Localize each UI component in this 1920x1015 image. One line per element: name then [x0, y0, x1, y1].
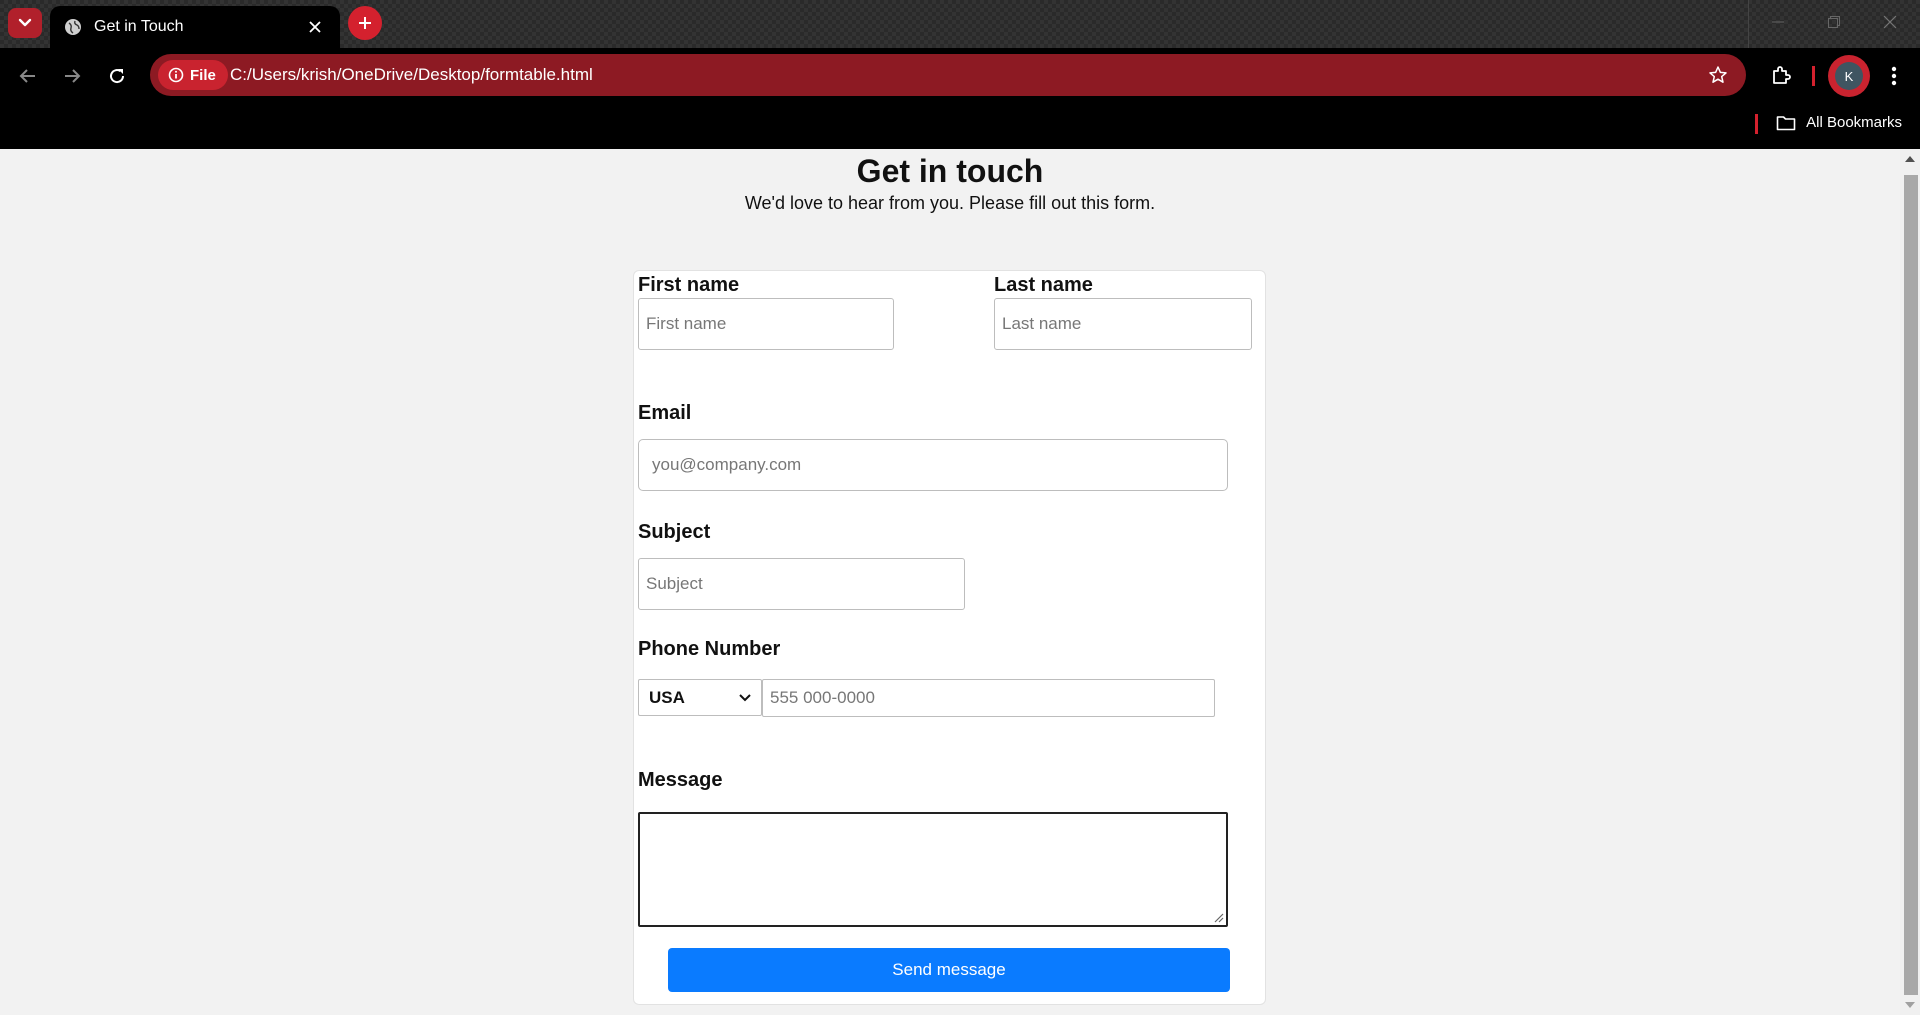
all-bookmarks-label: All Bookmarks [1806, 114, 1902, 131]
site-info-chip[interactable]: File [158, 60, 228, 90]
close-window-button[interactable] [1862, 0, 1918, 44]
forward-button[interactable] [54, 58, 90, 94]
first-name-label: First name [638, 274, 740, 296]
folder-icon [1776, 115, 1796, 130]
message-textarea[interactable] [638, 812, 1228, 927]
restore-icon [1828, 16, 1840, 28]
contact-form: First name Last name Email Subject Phone… [633, 270, 1266, 1005]
avatar: K [1835, 62, 1863, 90]
subject-input[interactable] [638, 558, 965, 610]
reload-icon [110, 69, 125, 84]
phone-number-label: Phone Number [638, 638, 781, 660]
kebab-menu-icon [1891, 66, 1897, 86]
url-text[interactable]: C:/Users/krish/OneDrive/Desktop/formtabl… [230, 65, 593, 85]
browser-tab-active[interactable]: Get in Touch [50, 6, 340, 48]
scroll-down-arrow-icon [1905, 1002, 1915, 1008]
browser-toolbar: File C:/Users/krish/OneDrive/Desktop/for… [0, 48, 1920, 104]
scroll-up-button[interactable] [1900, 149, 1920, 169]
extensions-button[interactable] [1763, 58, 1799, 94]
minimize-button[interactable] [1750, 0, 1806, 44]
extensions-icon [1773, 66, 1791, 84]
browser-titlebar: Get in Touch [0, 0, 1920, 48]
page-subtitle: We'd love to hear from you. Please fill … [744, 193, 1156, 213]
reload-button[interactable] [99, 58, 135, 94]
profile-button[interactable]: K [1828, 55, 1870, 97]
minimize-icon [1772, 21, 1784, 23]
toolbar-separator [1812, 66, 1815, 86]
subject-label: Subject [638, 521, 711, 543]
email-label: Email [638, 402, 692, 424]
close-icon [309, 21, 321, 33]
tab-title: Get in Touch [94, 18, 184, 35]
address-bar[interactable]: File C:/Users/krish/OneDrive/Desktop/for… [150, 54, 1746, 96]
close-icon [1883, 15, 1897, 29]
globe-icon [65, 19, 81, 35]
message-label: Message [638, 769, 723, 791]
new-tab-button[interactable] [348, 6, 382, 40]
restore-button[interactable] [1806, 0, 1862, 44]
country-select[interactable]: USA [638, 679, 762, 716]
country-select-value: USA [649, 687, 685, 707]
back-icon [19, 69, 35, 83]
bookmark-star-button[interactable] [1706, 63, 1730, 87]
first-name-input[interactable] [638, 298, 894, 350]
back-button[interactable] [10, 58, 46, 94]
email-field[interactable] [638, 439, 1228, 491]
browser-menu-button[interactable] [1876, 58, 1912, 94]
chevron-down-icon [739, 693, 751, 701]
scroll-up-arrow-icon [1905, 156, 1915, 162]
plus-icon [359, 17, 371, 29]
last-name-input[interactable] [994, 298, 1252, 350]
all-bookmarks-button[interactable]: All Bookmarks [1776, 114, 1902, 131]
scroll-down-button[interactable] [1900, 995, 1920, 1015]
bookmarks-separator [1755, 114, 1758, 134]
send-message-button[interactable]: Send message [668, 948, 1230, 992]
scrollbar-thumb[interactable] [1904, 175, 1918, 995]
bookmarks-bar: All Bookmarks [0, 104, 1920, 149]
tab-search-button[interactable] [8, 8, 42, 38]
page-title: Get in touch [856, 153, 1044, 189]
last-name-label: Last name [994, 274, 1093, 296]
tab-search-icon [18, 18, 32, 27]
tab-close-button[interactable] [304, 16, 326, 38]
info-icon [168, 67, 184, 83]
site-chip-label: File [190, 66, 216, 84]
page-viewport: Get in touch We'd love to hear from you.… [0, 149, 1900, 1015]
forward-icon [65, 69, 81, 83]
resize-grip-icon[interactable] [1212, 911, 1224, 923]
page-scrollbar[interactable] [1900, 149, 1920, 1015]
star-icon [1709, 66, 1727, 83]
window-controls-divider [1748, 0, 1749, 48]
phone-number-input[interactable] [762, 679, 1215, 717]
